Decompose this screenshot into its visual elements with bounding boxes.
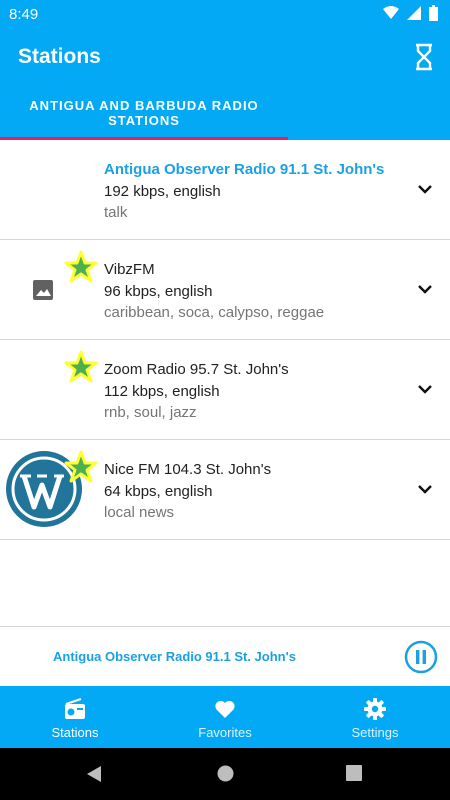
system-icons [383, 5, 438, 21]
back-icon[interactable] [86, 765, 102, 783]
chevron-down-icon[interactable] [416, 180, 434, 198]
nav-stations[interactable]: Stations [0, 686, 150, 748]
nav-settings[interactable]: Settings [300, 686, 450, 748]
nav-label: Favorites [198, 725, 252, 740]
station-info: Nice FM 104.3 St. John's 64 kbps, englis… [104, 459, 271, 524]
nav-label: Stations [51, 725, 99, 740]
status-bar: 8:49 [0, 0, 450, 28]
station-info: Antigua Observer Radio 91.1 St. John's 1… [104, 159, 384, 224]
station-info: Zoom Radio 95.7 St. John's 112 kbps, eng… [104, 359, 289, 424]
nav-favorites[interactable]: Favorites [150, 686, 300, 748]
bottom-navigation: Stations Favorites Settings [0, 686, 450, 748]
station-name: Nice FM 104.3 St. John's [104, 461, 272, 478]
heart-icon [215, 700, 235, 718]
station-name: Zoom Radio 95.7 St. John's [104, 361, 289, 378]
home-icon[interactable] [217, 765, 234, 782]
station-name: Antigua Observer Radio 91.1 St. John's [104, 161, 385, 178]
app-bar: Stations [0, 28, 450, 88]
favorite-star-icon[interactable] [64, 350, 98, 384]
favorite-star-icon[interactable] [64, 450, 98, 484]
status-time: 8:49 [9, 6, 39, 23]
system-navigation-bar [0, 748, 450, 800]
wifi-icon [383, 6, 399, 19]
gear-icon [364, 698, 386, 720]
station-info: VibzFM 96 kbps, english caribbean, soca,… [104, 259, 324, 324]
station-name: VibzFM [104, 261, 155, 278]
radio-icon [65, 698, 85, 719]
station-row[interactable]: VibzFM 96 kbps, english caribbean, soca,… [0, 240, 450, 340]
chevron-down-icon[interactable] [416, 380, 434, 398]
station-row[interactable]: Antigua Observer Radio 91.1 St. John's 1… [0, 140, 450, 240]
pause-icon[interactable] [404, 640, 438, 674]
now-playing-title: Antigua Observer Radio 91.1 St. John's [53, 649, 296, 664]
station-tags: rnb, soul, jazz [104, 404, 197, 421]
tab-bar: ANTIGUA AND BARBUDA RADIO STATIONS [0, 88, 450, 140]
station-tags: local news [104, 504, 175, 521]
station-list: Antigua Observer Radio 91.1 St. John's 1… [0, 140, 450, 540]
tab-label: ANTIGUA AND BARBUDA RADIO STATIONS [29, 98, 259, 128]
station-row[interactable]: Zoom Radio 95.7 St. John's 112 kbps, eng… [0, 340, 450, 440]
mini-player[interactable]: Antigua Observer Radio 91.1 St. John's [0, 626, 450, 686]
station-bitrate-language: 112 kbps, english [104, 383, 220, 400]
image-placeholder-icon [33, 280, 53, 300]
station-row[interactable]: Nice FM 104.3 St. John's 64 kbps, englis… [0, 440, 450, 540]
signal-icon [407, 6, 421, 20]
station-tags: caribbean, soca, calypso, reggae [104, 304, 325, 321]
tab-antigua-stations[interactable]: ANTIGUA AND BARBUDA RADIO STATIONS [0, 88, 288, 140]
page-title: Stations [18, 45, 101, 68]
battery-icon [429, 5, 438, 21]
hourglass-icon[interactable] [414, 43, 434, 71]
nav-label: Settings [351, 725, 399, 740]
recents-icon[interactable] [346, 765, 362, 781]
favorite-star-icon[interactable] [64, 250, 98, 284]
chevron-down-icon[interactable] [416, 480, 434, 498]
station-bitrate-language: 64 kbps, english [104, 483, 213, 500]
station-bitrate-language: 192 kbps, english [104, 183, 221, 200]
chevron-down-icon[interactable] [416, 280, 434, 298]
station-bitrate-language: 96 kbps, english [104, 283, 213, 300]
station-tags: talk [104, 204, 128, 221]
